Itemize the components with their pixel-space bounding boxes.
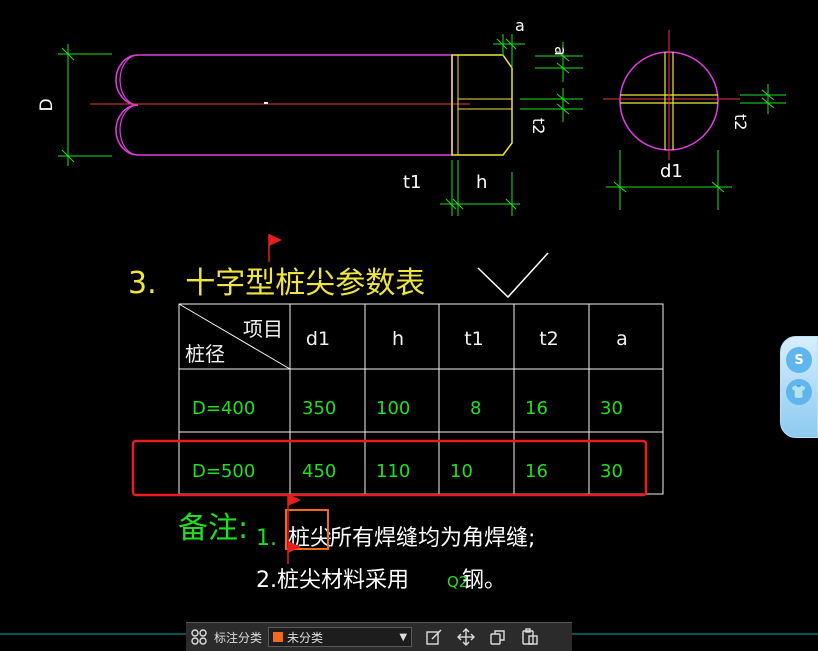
table-cell: 110 (376, 461, 410, 482)
dimension-t2-right (740, 84, 786, 114)
dimension-D (58, 44, 112, 166)
assistant-s-icon[interactable]: S (786, 347, 812, 373)
annotation-category-select[interactable]: 未分类 ▼ (268, 627, 413, 647)
dim-label-t2-right: t2 (731, 114, 750, 130)
dimension-t2-left (520, 88, 583, 122)
table-cell: 350 (302, 398, 336, 419)
note-2-end: 钢。 (462, 568, 506, 593)
paste-icon[interactable] (514, 624, 546, 650)
table-cell: 16 (525, 398, 548, 419)
dim-label-t2-left: t2 (529, 118, 548, 134)
table-corner-bottom: 桩径 (185, 342, 225, 366)
chevron-down-icon: ▼ (399, 631, 408, 643)
copy-icon[interactable] (482, 624, 514, 650)
table-headers: d1 h t1 t2 a (306, 328, 628, 350)
table-header: t1 (464, 328, 484, 350)
check-mark (477, 252, 549, 299)
table-row: D=400 350 100 8 16 30 (192, 398, 623, 419)
note-2-text: 2.桩尖材料采用 (256, 568, 409, 593)
edit-icon[interactable] (418, 624, 450, 650)
annotation-category-label: 标注分类 (214, 630, 263, 645)
pile-outline (115, 54, 453, 156)
category-selected-value: 未分类 (287, 630, 324, 645)
table-cell: 16 (525, 461, 548, 482)
pile-side-view (90, 54, 513, 156)
dim-label-h: h (476, 172, 487, 193)
table-header: d1 (306, 328, 330, 350)
pile-cross-section (603, 30, 740, 160)
grid-icon[interactable] (186, 624, 212, 650)
table-cell: 10 (450, 461, 473, 482)
note-1-number: 1. (256, 526, 277, 551)
table-corner-top: 项目 (243, 317, 283, 341)
table-cell: 100 (376, 398, 410, 419)
notes-label: 备注: (178, 511, 248, 546)
note-1-text: 所有焊缝均为角焊缝; (330, 526, 535, 551)
table-cell: D=400 (192, 398, 255, 419)
table-cell: 8 (470, 398, 481, 419)
table-cell: 450 (302, 461, 336, 482)
dim-label-a-top: a (515, 16, 525, 35)
table-header: h (392, 328, 404, 350)
category-color-swatch (273, 632, 284, 642)
move-icon[interactable] (450, 624, 482, 650)
pile-tip-outline (451, 54, 513, 156)
grip-flag[interactable] (268, 234, 282, 262)
floating-assistant-widget[interactable]: S 👕 (780, 336, 818, 438)
dim-label-D: D (37, 98, 57, 111)
dim-label-t1: t1 (403, 172, 422, 193)
annotation-toolbar: 标注分类 未分类 ▼ (186, 622, 572, 651)
shirt-icon[interactable]: 👕 (786, 379, 812, 405)
dim-label-a-side: a (551, 46, 570, 56)
table-header: a (616, 328, 628, 350)
table-cell: 30 (600, 461, 623, 482)
table-header: t2 (539, 328, 559, 350)
dim-label-d1: d1 (660, 161, 683, 182)
table-row: D=500 450 110 10 16 30 (192, 461, 623, 482)
cad-canvas[interactable]: D a a t2 t1 h d1 t2 3. 十字型桩尖参数表 项目 桩径 d1… (0, 0, 818, 650)
table-cell: D=500 (192, 461, 255, 482)
table-cell: 30 (600, 398, 623, 419)
pile-end-curve (119, 54, 139, 156)
table-title: 3. 十字型桩尖参数表 (128, 266, 425, 301)
